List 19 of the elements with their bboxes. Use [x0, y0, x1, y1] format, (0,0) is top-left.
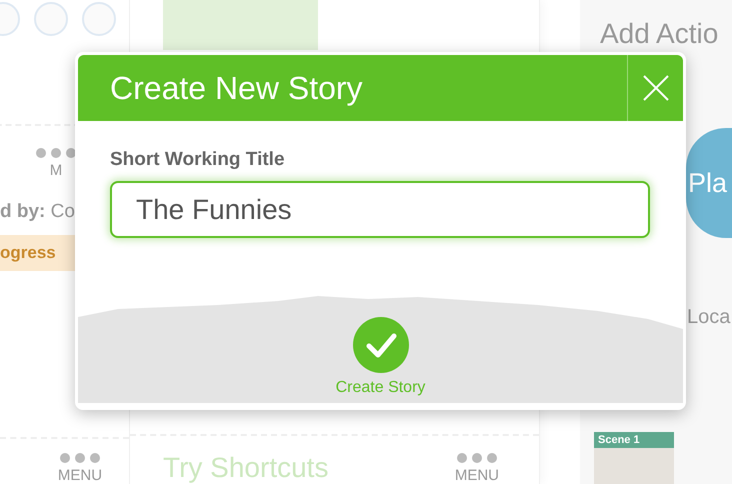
dialog-title: Create New Story [109, 70, 364, 106]
avatar-icon[interactable] [82, 2, 116, 36]
menu-label[interactable]: M [50, 162, 62, 179]
create-story-button[interactable]: Create Story [336, 317, 426, 397]
field-label: Short Working Title [110, 149, 285, 171]
title-input-field[interactable]: The Funnies [110, 181, 650, 238]
dots-icon [456, 453, 497, 463]
dots-icon [60, 453, 100, 463]
menu-label[interactable]: MENU [454, 467, 499, 484]
close-icon [642, 75, 668, 101]
avatar-icon[interactable] [34, 2, 68, 36]
scene-label: Scene 1 [594, 432, 674, 448]
play-button[interactable]: Pla [686, 128, 732, 238]
location-label: Loca [687, 306, 732, 329]
dots-icon [36, 148, 76, 158]
byline-text: d by: Co [0, 201, 76, 223]
panel-title: Add Actio [599, 17, 720, 51]
menu-label[interactable]: MENU [58, 467, 102, 484]
check-icon [352, 317, 408, 373]
